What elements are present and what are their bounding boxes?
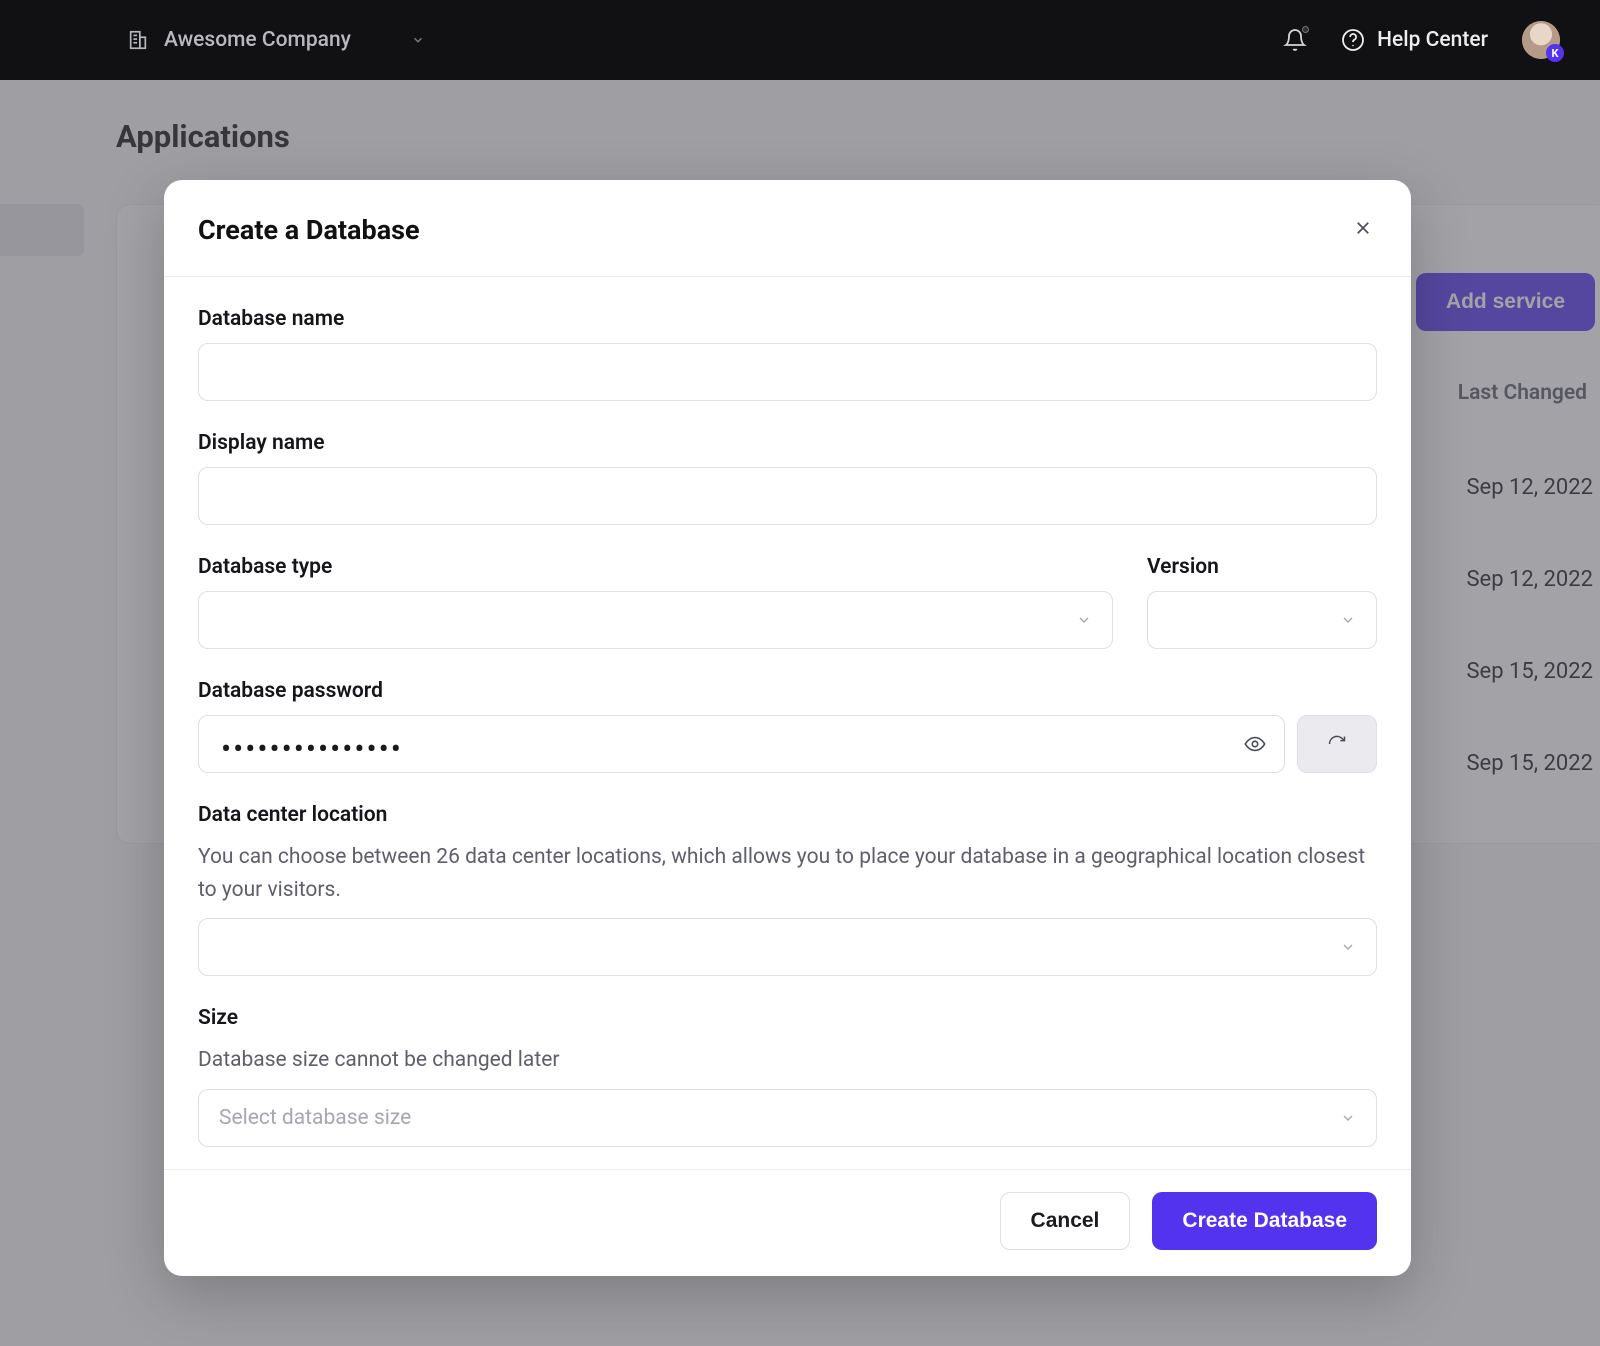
modal-title: Create a Database: [198, 214, 420, 246]
label-size: Size: [198, 1006, 1377, 1030]
help-size: Database size cannot be changed later: [198, 1044, 1377, 1077]
input-database-password[interactable]: •••••••••••••••: [198, 715, 1285, 773]
chevron-down-icon: [1076, 612, 1092, 628]
input-display-name[interactable]: [198, 467, 1377, 525]
notifications-button[interactable]: [1283, 28, 1307, 52]
chevron-down-icon: [411, 33, 425, 47]
label-database-password: Database password: [198, 679, 1377, 703]
header-right: Help Center K: [1283, 21, 1560, 59]
top-header: Awesome Company Help Center K: [0, 0, 1600, 80]
help-icon: [1341, 28, 1365, 52]
cancel-label: Cancel: [1031, 1209, 1100, 1232]
field-display-name: Display name: [198, 431, 1377, 525]
modal-footer: Cancel Create Database: [164, 1169, 1411, 1276]
password-masked-value: •••••••••••••••: [221, 735, 403, 765]
company-name: Awesome Company: [164, 28, 351, 52]
modal-header: Create a Database: [164, 180, 1411, 277]
cancel-button[interactable]: Cancel: [1000, 1192, 1131, 1250]
select-datacenter-location[interactable]: [198, 918, 1377, 976]
label-display-name: Display name: [198, 431, 1377, 455]
label-version: Version: [1147, 555, 1377, 579]
toggle-password-visibility-button[interactable]: [1240, 729, 1270, 759]
field-datacenter-location: Data center location You can choose betw…: [198, 803, 1377, 976]
password-row: •••••••••••••••: [198, 715, 1377, 773]
field-database-name: Database name: [198, 307, 1377, 401]
field-size: Size Database size cannot be changed lat…: [198, 1006, 1377, 1147]
refresh-icon: [1327, 734, 1347, 754]
help-datacenter-location: You can choose between 26 data center lo…: [198, 841, 1377, 906]
modal-body: Database name Display name Database type…: [164, 277, 1411, 1169]
notification-dot: [1302, 26, 1309, 33]
label-database-type: Database type: [198, 555, 1113, 579]
label-database-name: Database name: [198, 307, 1377, 331]
company-switcher[interactable]: Awesome Company: [126, 28, 425, 52]
row-type-version: Database type Version: [198, 555, 1377, 649]
chevron-down-icon: [1340, 1110, 1356, 1126]
field-database-password: Database password •••••••••••••••: [198, 679, 1377, 773]
regenerate-password-button[interactable]: [1297, 715, 1377, 773]
help-center-link[interactable]: Help Center: [1341, 28, 1488, 52]
select-size[interactable]: Select database size: [198, 1089, 1377, 1147]
select-placeholder: Select database size: [219, 1106, 411, 1130]
close-button[interactable]: [1349, 214, 1377, 242]
label-datacenter-location: Data center location: [198, 803, 1377, 827]
help-label: Help Center: [1377, 28, 1488, 52]
create-database-modal: Create a Database Database name Display …: [164, 180, 1411, 1276]
user-avatar[interactable]: K: [1522, 21, 1560, 59]
chevron-down-icon: [1340, 612, 1356, 628]
create-database-button[interactable]: Create Database: [1152, 1192, 1377, 1250]
field-version: Version: [1147, 555, 1377, 649]
field-database-type: Database type: [198, 555, 1113, 649]
eye-icon: [1244, 733, 1266, 755]
close-icon: [1354, 219, 1372, 237]
chevron-down-icon: [1340, 939, 1356, 955]
avatar-badge: K: [1546, 44, 1564, 62]
input-database-name[interactable]: [198, 343, 1377, 401]
select-version[interactable]: [1147, 591, 1377, 649]
company-icon: [126, 28, 150, 52]
select-database-type[interactable]: [198, 591, 1113, 649]
create-label: Create Database: [1182, 1209, 1347, 1232]
